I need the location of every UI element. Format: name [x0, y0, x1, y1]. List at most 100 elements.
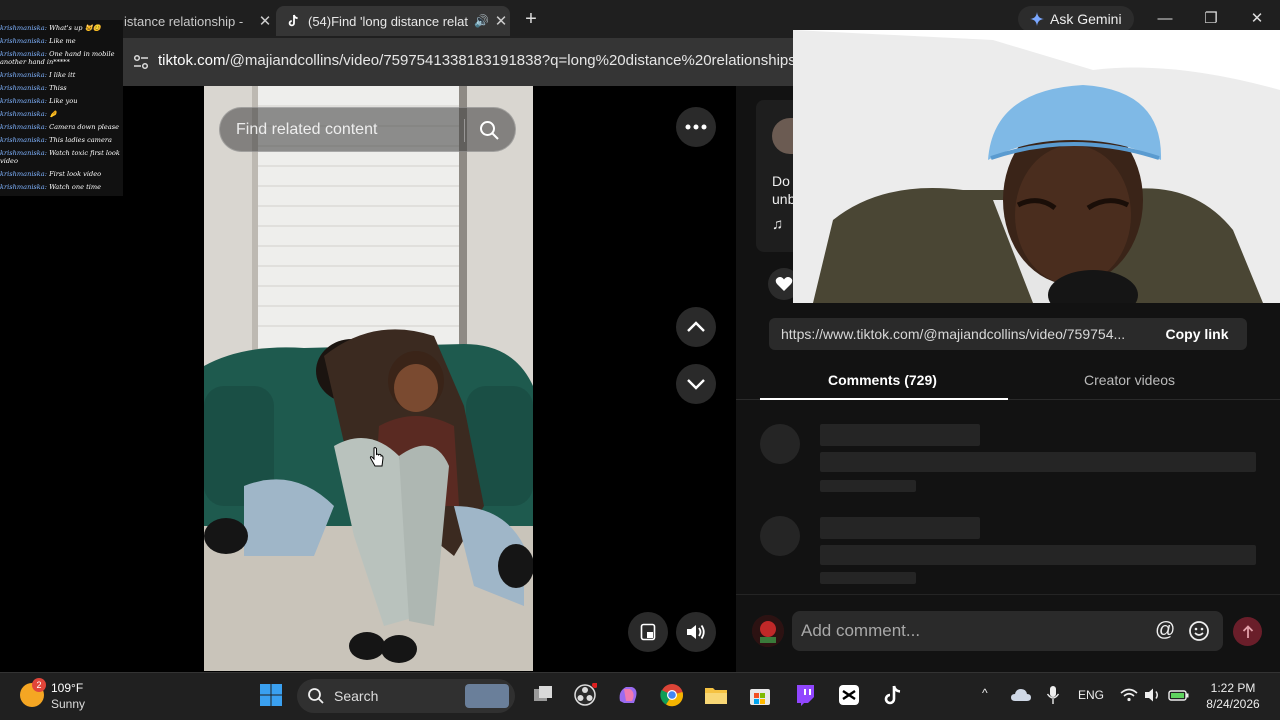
task-view-icon[interactable]	[528, 680, 558, 710]
description-line: Do	[772, 173, 790, 189]
clock-time: 1:22 PM	[1210, 681, 1256, 695]
tab-creator-videos[interactable]: Creator videos	[1084, 372, 1175, 388]
minimize-icon[interactable]: —	[1153, 8, 1177, 30]
microphone-icon[interactable]	[1038, 680, 1068, 710]
skeleton-line	[820, 480, 916, 492]
obs-icon[interactable]	[570, 680, 600, 710]
chat-message: krishmaniska: Watch toxic first look vid…	[0, 147, 123, 168]
hand-cursor-icon	[369, 447, 384, 467]
capcut-icon[interactable]	[834, 680, 864, 710]
browser-tab-active[interactable]: (54)Find 'long distance relat 🔊 ✕	[276, 6, 510, 36]
chat-text: Like you	[49, 97, 78, 105]
skeleton-line	[820, 424, 980, 446]
volume-icon	[687, 624, 705, 640]
chat-username: krishmaniska:	[0, 136, 47, 144]
emoji-icon[interactable]	[1188, 620, 1210, 642]
video-description: Do unb	[772, 172, 795, 208]
url-text[interactable]: tiktok.com/@majiandcollins/video/7597541…	[158, 52, 793, 69]
mini-player-button[interactable]	[628, 612, 668, 652]
chat-message: krishmaniska: Like me	[0, 35, 123, 48]
chat-message: krishmaniska: I like itt	[0, 69, 123, 82]
weather-condition: Sunny	[51, 697, 86, 711]
tab-close-icon[interactable]: ✕	[256, 12, 274, 30]
address-bar[interactable]: tiktok.com/@majiandcollins/video/7597541…	[123, 38, 793, 86]
chat-message: krishmaniska: Thiss	[0, 82, 123, 95]
windows-start-icon[interactable]	[256, 680, 286, 710]
gemini-icon	[1030, 12, 1044, 26]
arrow-up-icon	[1242, 624, 1253, 638]
skeleton-avatar	[760, 516, 800, 556]
more-options-button[interactable]	[676, 107, 716, 147]
stream-chat-overlay: krishmaniska: What's up 😺😊 krishmaniska: …	[0, 20, 123, 196]
avatar[interactable]	[752, 615, 784, 647]
browser-tab[interactable]: istance relationship - ✕	[124, 6, 274, 36]
heart-icon	[775, 277, 793, 291]
clock-date: 8/24/2026	[1206, 697, 1260, 711]
chat-text: I like itt	[49, 71, 76, 79]
chat-username: krishmaniska:	[0, 97, 47, 105]
webcam-frame	[793, 30, 1280, 303]
active-tab-underline	[760, 398, 1008, 400]
share-link-row: https://www.tiktok.com/@majiandcollins/v…	[769, 318, 1247, 350]
temperature: 109°F	[51, 681, 84, 695]
chevron-up-icon	[687, 321, 705, 332]
comment-input[interactable]: Add comment... @	[792, 611, 1223, 651]
volume-button[interactable]	[676, 612, 716, 652]
microsoft-store-icon[interactable]	[745, 680, 775, 710]
send-comment-button[interactable]	[1233, 617, 1262, 646]
taskbar-search[interactable]: Search	[297, 679, 515, 713]
mention-icon[interactable]: @	[1155, 619, 1175, 642]
webcam-overlay	[793, 30, 1280, 303]
chat-text: This ladies camera	[49, 136, 112, 144]
skeleton-line	[820, 572, 916, 584]
chat-username: krishmaniska:	[0, 110, 47, 118]
chat-text: Like me	[49, 37, 76, 45]
search-icon[interactable]	[478, 119, 500, 141]
tiktok-icon[interactable]	[878, 680, 908, 710]
chat-text: Thiss	[49, 84, 67, 92]
chat-username: krishmaniska:	[0, 149, 47, 157]
chat-username: krishmaniska:	[0, 170, 47, 178]
chat-username: krishmaniska:	[0, 50, 47, 58]
comment-placeholder: Add comment...	[801, 621, 921, 640]
speaker-icon[interactable]: 🔊	[474, 14, 492, 28]
chevron-down-icon	[687, 379, 705, 390]
tab-comments[interactable]: Comments (729)	[828, 372, 937, 388]
search-icon	[308, 688, 324, 704]
chat-username: krishmaniska:	[0, 37, 47, 45]
copilot-icon[interactable]	[613, 680, 643, 710]
next-video-button[interactable]	[676, 364, 716, 404]
ask-gemini-label: Ask Gemini	[1050, 11, 1122, 27]
ask-gemini-button[interactable]: Ask Gemini	[1018, 6, 1134, 32]
file-explorer-icon[interactable]	[701, 680, 731, 710]
previous-video-button[interactable]	[676, 307, 716, 347]
twitch-icon[interactable]	[790, 680, 820, 710]
site-settings-icon[interactable]	[131, 52, 151, 72]
chat-message: krishmaniska: Like you	[0, 95, 123, 108]
chevron-up-icon[interactable]: ^	[982, 686, 988, 700]
new-tab-button[interactable]: +	[520, 8, 542, 30]
tab-close-icon[interactable]: ✕	[492, 12, 510, 30]
search-divider	[464, 119, 465, 142]
video-player[interactable]	[204, 86, 533, 671]
chrome-icon[interactable]	[657, 680, 687, 710]
onedrive-icon[interactable]	[1006, 680, 1036, 710]
language-indicator[interactable]: ENG	[1078, 688, 1104, 702]
share-url[interactable]: https://www.tiktok.com/@majiandcollins/v…	[781, 326, 1147, 342]
skeleton-avatar	[760, 424, 800, 464]
battery-icon[interactable]	[1164, 680, 1194, 710]
url-host: tiktok.com	[158, 52, 226, 69]
chat-message: krishmaniska: One hand in mobile another…	[0, 48, 123, 69]
copy-link-button[interactable]: Copy link	[1147, 318, 1247, 350]
chat-text: 🤌	[49, 110, 58, 118]
music-note-icon[interactable]: ♫	[772, 216, 783, 233]
chat-text: What's up 😺😊	[49, 24, 101, 32]
close-window-icon[interactable]: ✕	[1245, 8, 1269, 30]
tiktok-icon	[286, 14, 300, 28]
chat-message: krishmaniska: Camera down please	[0, 121, 123, 134]
restore-icon[interactable]: ❐	[1199, 8, 1223, 30]
find-related-search[interactable]: Find related content	[219, 107, 516, 152]
system-clock[interactable]: 1:22 PM 8/24/2026	[1200, 680, 1266, 712]
tab-title: (54)Find 'long distance relat	[308, 13, 469, 29]
chat-message: krishmaniska: This ladies camera	[0, 134, 123, 147]
